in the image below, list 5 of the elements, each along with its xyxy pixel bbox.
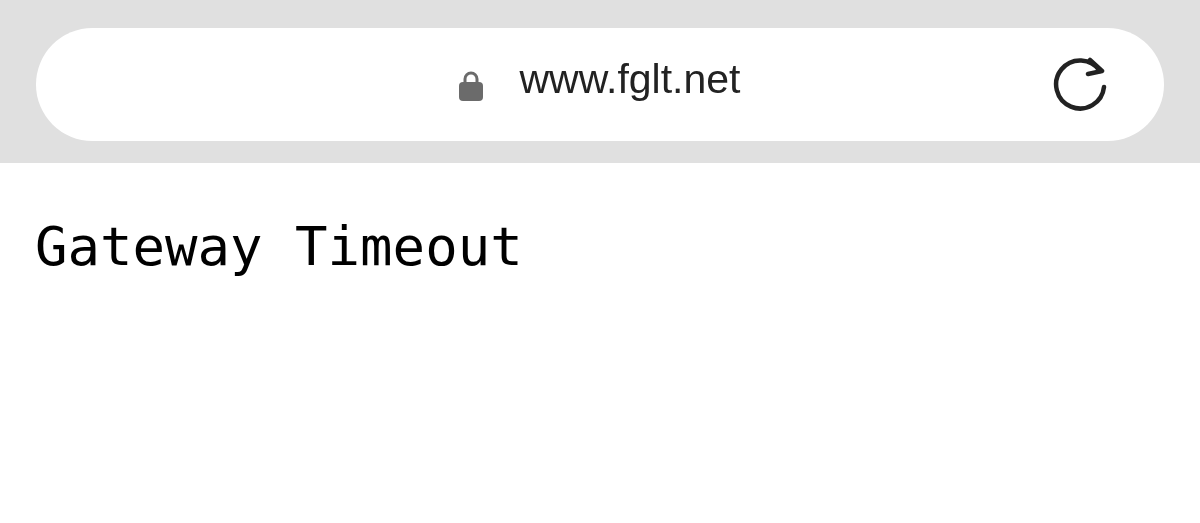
url-text: www.fglt.net <box>519 59 741 100</box>
lock-icon <box>459 70 484 101</box>
address-bar[interactable]: www.fglt.net <box>36 28 1164 141</box>
reload-icon[interactable] <box>1052 57 1109 112</box>
error-message: Gateway Timeout <box>35 215 524 280</box>
